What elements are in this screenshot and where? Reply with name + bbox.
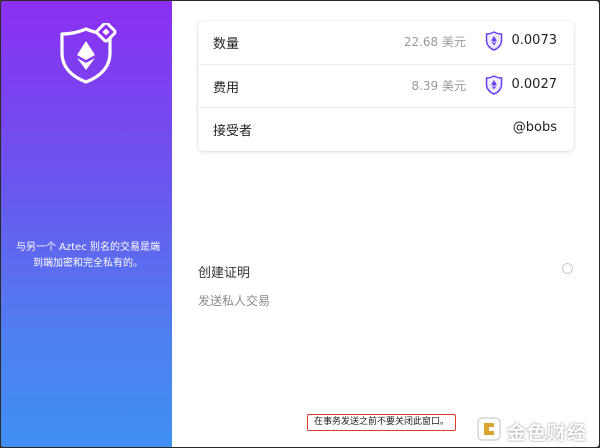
transaction-summary-card: 数量 22.68 美元 0.0073 费用 8.39 美元 0.0027 接受者… bbox=[198, 21, 574, 151]
send-private-tx-status: 发送私人交易 bbox=[198, 294, 271, 308]
shield-eth-logo-icon bbox=[60, 23, 117, 84]
amount-usd: 22.68 美元 bbox=[403, 35, 466, 49]
eth-token-icon bbox=[485, 75, 503, 95]
privacy-description: 与另一个 Aztec 别名的交易是端到端加密和完全私有的。 bbox=[15, 242, 161, 269]
amount-value: 0.0073 bbox=[511, 33, 558, 48]
fee-label: 费用 bbox=[213, 81, 240, 96]
create-proof-title: 创建证明 bbox=[198, 266, 251, 281]
amount-row: 数量 22.68 美元 0.0073 bbox=[198, 21, 574, 62]
app-window: 与另一个 Aztec 别名的交易是端到端加密和完全私有的。 数量 22.68 美… bbox=[0, 0, 600, 448]
radio-icon bbox=[562, 263, 573, 274]
eth-token-icon bbox=[485, 31, 503, 51]
fee-row: 费用 8.39 美元 0.0027 bbox=[198, 64, 574, 105]
watermark-text: 金色财经 bbox=[507, 422, 588, 444]
watermark-logo-icon bbox=[477, 417, 501, 441]
close-window-warning: 在事务发送之前不要关闭此窗口。 bbox=[307, 414, 457, 431]
recipient-row: 接受者 @bobs bbox=[198, 107, 574, 148]
watermark: 金色财经 bbox=[475, 415, 590, 444]
amount-label: 数量 bbox=[213, 37, 240, 52]
sidebar: 与另一个 Aztec 别名的交易是端到端加密和完全私有的。 bbox=[1, 1, 172, 447]
recipient-value: @bobs bbox=[512, 120, 557, 135]
fee-usd: 8.39 美元 bbox=[411, 79, 466, 93]
fee-value: 0.0027 bbox=[511, 77, 558, 92]
recipient-label: 接受者 bbox=[213, 124, 253, 139]
